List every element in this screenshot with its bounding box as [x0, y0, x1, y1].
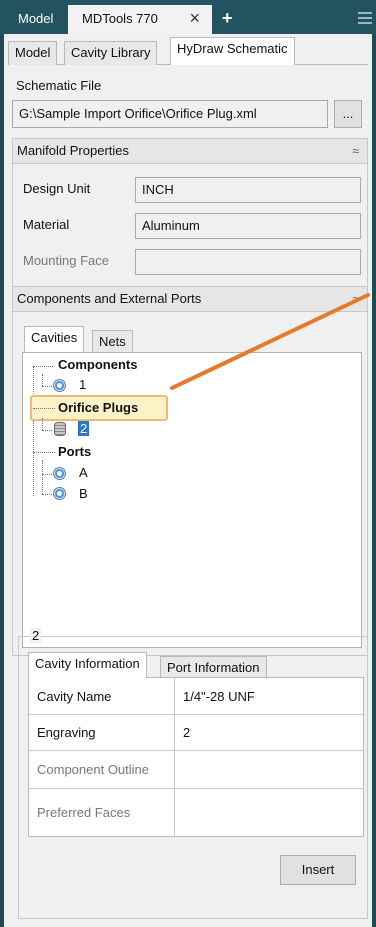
tab-cavity-information[interactable]: Cavity Information: [28, 652, 147, 678]
annotation-arrow: [170, 293, 370, 390]
tab-cavities[interactable]: Cavities: [24, 326, 85, 352]
tab-hydraw-schematic[interactable]: HyDraw Schematic: [170, 37, 295, 65]
